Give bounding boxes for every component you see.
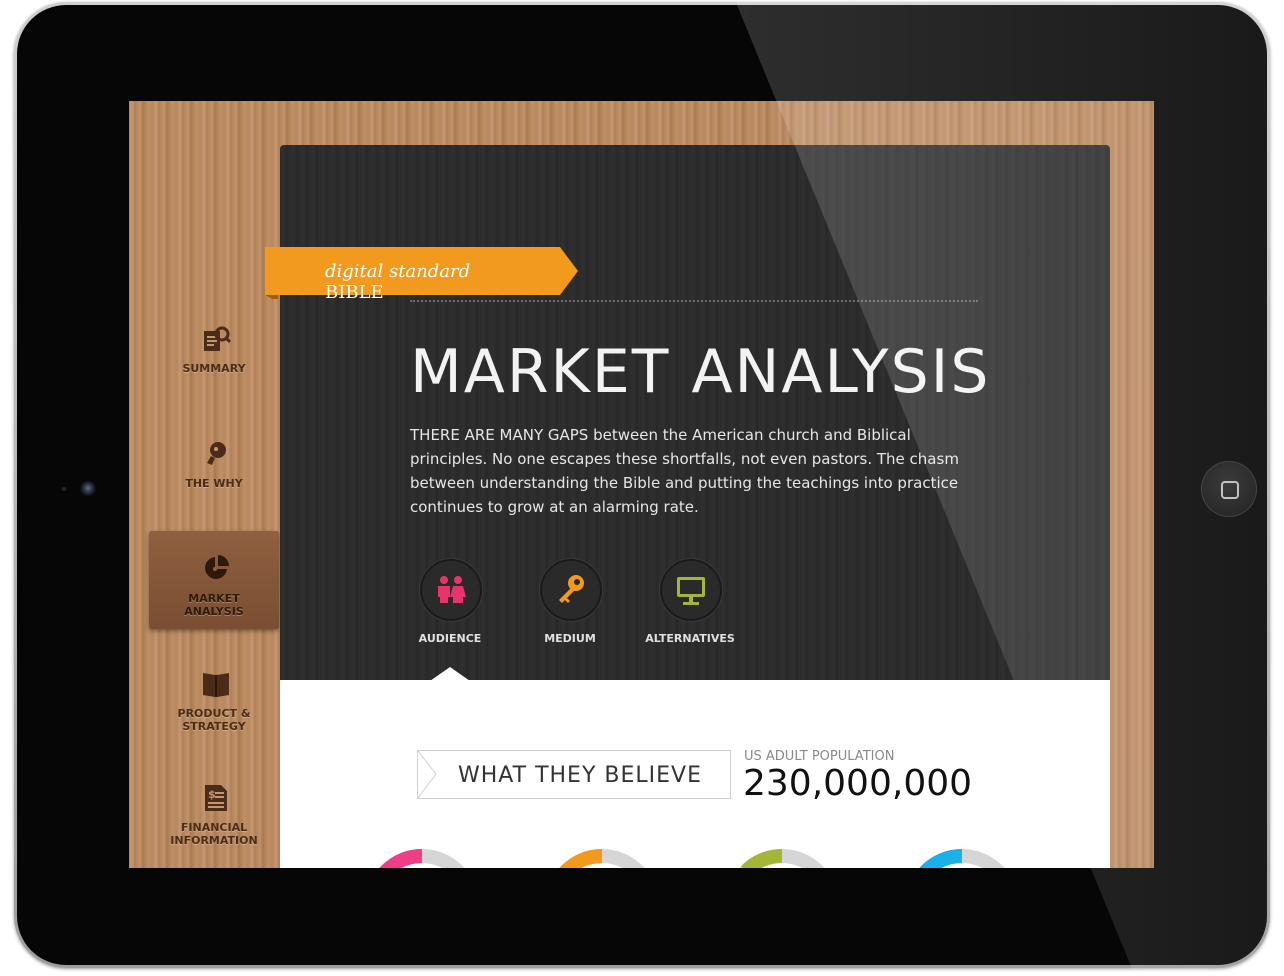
pie-chart-icon <box>205 555 229 579</box>
tab-label: MEDIUM <box>544 632 596 645</box>
section-heading: WHAT THEY BELIEVE <box>458 763 702 788</box>
main-panel: digital standard BIBLE MARKET ANALYSIS T… <box>265 145 1110 868</box>
svg-text:$: $ <box>208 788 216 801</box>
summary-search-icon <box>204 326 231 351</box>
brand-ribbon: digital standard BIBLE <box>265 247 578 303</box>
sidebar-item-label: FINANCIAL INFORMATION <box>170 821 258 847</box>
sidebar-item-label: THE WHY <box>185 477 243 490</box>
financial-document-icon: $ <box>205 785 227 811</box>
donut-chart-4 <box>919 848 1005 868</box>
population-label: US ADULT POPULATION <box>744 749 895 764</box>
ribbon-subtitle: digital standard <box>325 261 471 282</box>
sensor-dot <box>62 487 66 491</box>
page-title: MARKET ANALYSIS <box>410 337 991 407</box>
dotted-divider <box>410 300 978 302</box>
camera-icon <box>80 481 96 497</box>
donut-chart-2 <box>559 848 645 868</box>
sidebar-item-label: SUMMARY <box>182 362 246 375</box>
tab-label: ALTERNATIVES <box>645 632 735 645</box>
notch-shape <box>418 751 437 798</box>
sidebar-item-financial-information[interactable]: $ FINANCIAL INFORMATION <box>149 775 279 868</box>
book-icon <box>203 673 229 697</box>
sidebar-item-market-analysis[interactable]: MARKET ANALYSIS <box>149 531 279 629</box>
home-button[interactable] <box>1201 461 1257 517</box>
ribbon-title: BIBLE <box>325 282 384 303</box>
key-icon <box>559 575 584 603</box>
monitor-icon <box>677 577 705 605</box>
app-screen: SUMMARY THE WHY MARKET ANALYSIS PRODUCT … <box>129 101 1154 868</box>
lightbulb-icon <box>207 442 226 465</box>
sidebar-item-label: MARKET ANALYSIS <box>184 592 244 618</box>
donut-chart-1 <box>379 848 465 868</box>
intro-paragraph: THERE ARE MANY GAPS between the American… <box>410 426 959 516</box>
home-square-icon <box>1221 481 1239 499</box>
sidebar-item-summary[interactable]: SUMMARY <box>149 315 279 413</box>
sidebar-item-the-why[interactable]: THE WHY <box>149 431 279 529</box>
active-tab-pointer <box>430 667 470 681</box>
sidebar: SUMMARY THE WHY MARKET ANALYSIS PRODUCT … <box>129 101 279 868</box>
section-heading-box: WHAT THEY BELIEVE <box>417 750 731 799</box>
people-icon <box>438 576 466 603</box>
population-value: 230,000,000 <box>743 763 973 804</box>
donut-chart-3 <box>739 848 825 868</box>
tab-label: AUDIENCE <box>418 632 482 645</box>
sidebar-item-label: PRODUCT & STRATEGY <box>177 707 251 733</box>
sidebar-item-product-strategy[interactable]: PRODUCT & STRATEGY <box>149 661 279 759</box>
